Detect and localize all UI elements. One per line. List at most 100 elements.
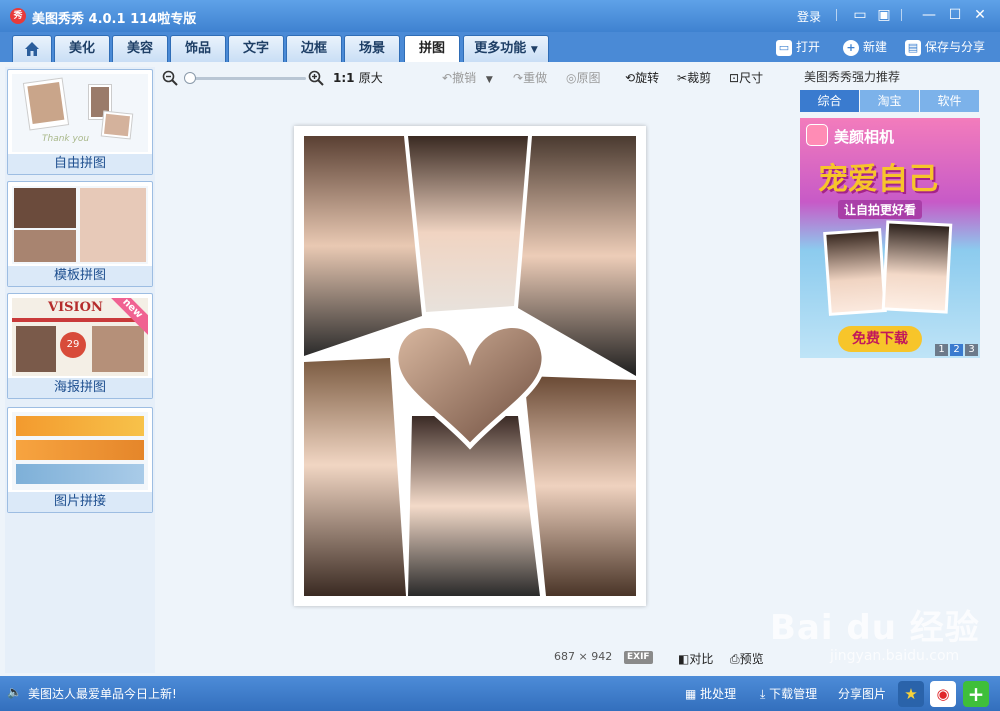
template-collage-thumb bbox=[12, 186, 148, 264]
tab-accessories[interactable]: 饰品 bbox=[170, 35, 226, 62]
download-icon: ⤓ bbox=[760, 687, 766, 701]
new-button[interactable]: + 新建 bbox=[843, 38, 887, 56]
baidu-watermark: Bai du 经验 bbox=[770, 608, 980, 648]
ad-headline: 宠爱自己 bbox=[818, 162, 938, 197]
original-icon: ◎ bbox=[566, 71, 577, 85]
scissors-icon: ✂ bbox=[677, 71, 688, 85]
main-area: Thank you 自由拼图 模板拼图 VISION 29 new 海报拼图 图… bbox=[0, 62, 1000, 676]
compare-icon: ◧ bbox=[678, 652, 690, 666]
rotate-button[interactable]: ⟲旋转 bbox=[625, 70, 659, 86]
minimize-icon[interactable]: — bbox=[919, 6, 939, 24]
feedback-icon[interactable]: ▭ bbox=[850, 6, 870, 24]
card-image-stitch[interactable]: 图片拼接 bbox=[7, 407, 153, 513]
ad-subline: 让自拍更好看 bbox=[838, 200, 923, 219]
batch-button[interactable]: ▦ 批处理 bbox=[685, 685, 736, 702]
tab-face[interactable]: 美容 bbox=[112, 35, 168, 62]
ad-page-1[interactable]: 1 bbox=[935, 344, 948, 356]
ad-page-3[interactable]: 3 bbox=[965, 344, 978, 356]
preview-icon: ⎙ bbox=[730, 652, 740, 666]
ad-page-2[interactable]: 2 bbox=[950, 344, 963, 356]
title-bar: 秀 美图秀秀 4.0.1 114啦专版 登录 ▭ ▣ — ☐ ✕ bbox=[0, 0, 1000, 32]
zoom-slider-handle[interactable] bbox=[184, 72, 196, 84]
skin-icon[interactable]: ▣ bbox=[874, 6, 894, 24]
beauty-camera-icon bbox=[806, 124, 828, 146]
save-icon: ▤ bbox=[905, 39, 921, 56]
app-logo-icon: 秀 bbox=[10, 8, 26, 24]
app-title-text: 美图秀秀 4.0.1 bbox=[32, 12, 126, 27]
save-share-button[interactable]: ▤ 保存与分享 bbox=[905, 38, 985, 56]
poster-number-badge: 29 bbox=[60, 332, 86, 358]
tab-scene[interactable]: 场景 bbox=[344, 35, 400, 62]
resize-label: 尺寸 bbox=[739, 71, 764, 85]
collage-photo-4 bbox=[304, 358, 406, 596]
original-label: 原图 bbox=[576, 71, 601, 85]
download-manager-button[interactable]: ⤓ 下载管理 bbox=[760, 685, 817, 702]
home-icon bbox=[25, 42, 39, 56]
collage-image[interactable] bbox=[304, 136, 636, 596]
crop-label: 裁剪 bbox=[687, 71, 712, 85]
preview-label: 预览 bbox=[739, 652, 764, 666]
add-share-icon[interactable]: + bbox=[963, 681, 989, 707]
card-template-collage[interactable]: 模板拼图 bbox=[7, 181, 153, 287]
card-poster-collage[interactable]: VISION 29 new 海报拼图 bbox=[7, 293, 153, 399]
preview-button[interactable]: ⎙预览 bbox=[730, 650, 764, 667]
rotate-label: 旋转 bbox=[635, 71, 660, 85]
close-icon[interactable]: ✕ bbox=[970, 6, 990, 24]
login-link[interactable]: 登录 bbox=[797, 8, 821, 25]
zoom-in-icon[interactable] bbox=[308, 70, 324, 86]
open-button[interactable]: ▭ 打开 bbox=[776, 38, 820, 56]
compare-label: 对比 bbox=[689, 652, 714, 666]
star-share-icon[interactable]: ★ bbox=[898, 681, 924, 707]
actual-size-button[interactable]: 1:1 原大 bbox=[333, 70, 383, 86]
tab-home[interactable] bbox=[12, 35, 52, 62]
ratio-label: 1:1 bbox=[333, 71, 355, 85]
crop-button[interactable]: ✂裁剪 bbox=[677, 70, 711, 86]
collage-canvas[interactable] bbox=[294, 126, 646, 606]
tab-more-features[interactable]: 更多功能 ▼ bbox=[463, 35, 549, 62]
folder-icon: ▭ bbox=[776, 39, 792, 56]
resize-icon: ⊡ bbox=[729, 71, 740, 85]
app-edition-text: 114啦专版 bbox=[130, 12, 197, 27]
exif-button[interactable]: EXIF bbox=[624, 651, 653, 664]
tab-bar: 美化 美容 饰品 文字 边框 场景 拼图 更多功能 ▼ ▭ 打开 + 新建 ▤ 保存与… bbox=[0, 32, 1000, 62]
chevron-down-icon: ▼ bbox=[530, 45, 538, 55]
plus-icon: + bbox=[843, 39, 859, 56]
weibo-icon[interactable]: ◉ bbox=[930, 681, 956, 707]
collage-photo-2 bbox=[408, 136, 528, 312]
poster-title-text: VISION bbox=[48, 300, 103, 315]
save-share-label: 保存与分享 bbox=[925, 40, 986, 54]
maximize-icon[interactable]: ☐ bbox=[945, 6, 965, 24]
recommend-tab-taobao[interactable]: 淘宝 bbox=[860, 90, 919, 112]
tab-collage[interactable]: 拼图 bbox=[404, 35, 460, 62]
compare-button[interactable]: ◧对比 bbox=[678, 650, 713, 667]
tab-beautify[interactable]: 美化 bbox=[54, 35, 110, 62]
undo-dropdown-icon[interactable]: ▼ bbox=[486, 75, 493, 85]
recommend-title: 美图秀秀强力推荐 bbox=[804, 70, 901, 84]
ad-banner[interactable]: 美颜相机 宠爱自己 让自拍更好看 免费下载 bbox=[800, 118, 980, 358]
download-label: 下载管理 bbox=[769, 687, 818, 701]
ad-brand: 美颜相机 bbox=[834, 128, 895, 146]
zoom-out-icon[interactable] bbox=[162, 70, 178, 86]
undo-button[interactable]: ↶撤销 ▼ bbox=[442, 70, 493, 88]
card-free-collage[interactable]: Thank you 自由拼图 bbox=[7, 69, 153, 175]
redo-button[interactable]: ↷重做 bbox=[513, 70, 547, 86]
dimension-separator: × bbox=[578, 650, 588, 663]
app-title: 美图秀秀 4.0.1 114啦专版 bbox=[32, 8, 196, 27]
tab-more-label: 更多功能 bbox=[474, 41, 527, 56]
recommend-tab-software[interactable]: 软件 bbox=[920, 90, 979, 112]
card-poster-collage-label: 海报拼图 bbox=[8, 378, 152, 398]
ad-download-button[interactable]: 免费下载 bbox=[838, 326, 922, 352]
card-template-collage-label: 模板拼图 bbox=[8, 266, 152, 286]
new-label: 新建 bbox=[863, 40, 888, 54]
tab-frame[interactable]: 边框 bbox=[286, 35, 342, 62]
open-label: 打开 bbox=[796, 40, 821, 54]
resize-button[interactable]: ⊡尺寸 bbox=[729, 70, 763, 86]
divider bbox=[901, 9, 902, 21]
tab-text[interactable]: 文字 bbox=[228, 35, 284, 62]
original-button[interactable]: ◎原图 bbox=[566, 70, 601, 86]
batch-icon: ▦ bbox=[685, 687, 697, 701]
rotate-icon: ⟲ bbox=[625, 71, 636, 85]
zoom-slider-track[interactable] bbox=[188, 77, 306, 80]
news-ticker[interactable]: 美图达人最爱单品今日上新! bbox=[28, 685, 177, 702]
recommend-tab-all[interactable]: 综合 bbox=[800, 90, 859, 112]
